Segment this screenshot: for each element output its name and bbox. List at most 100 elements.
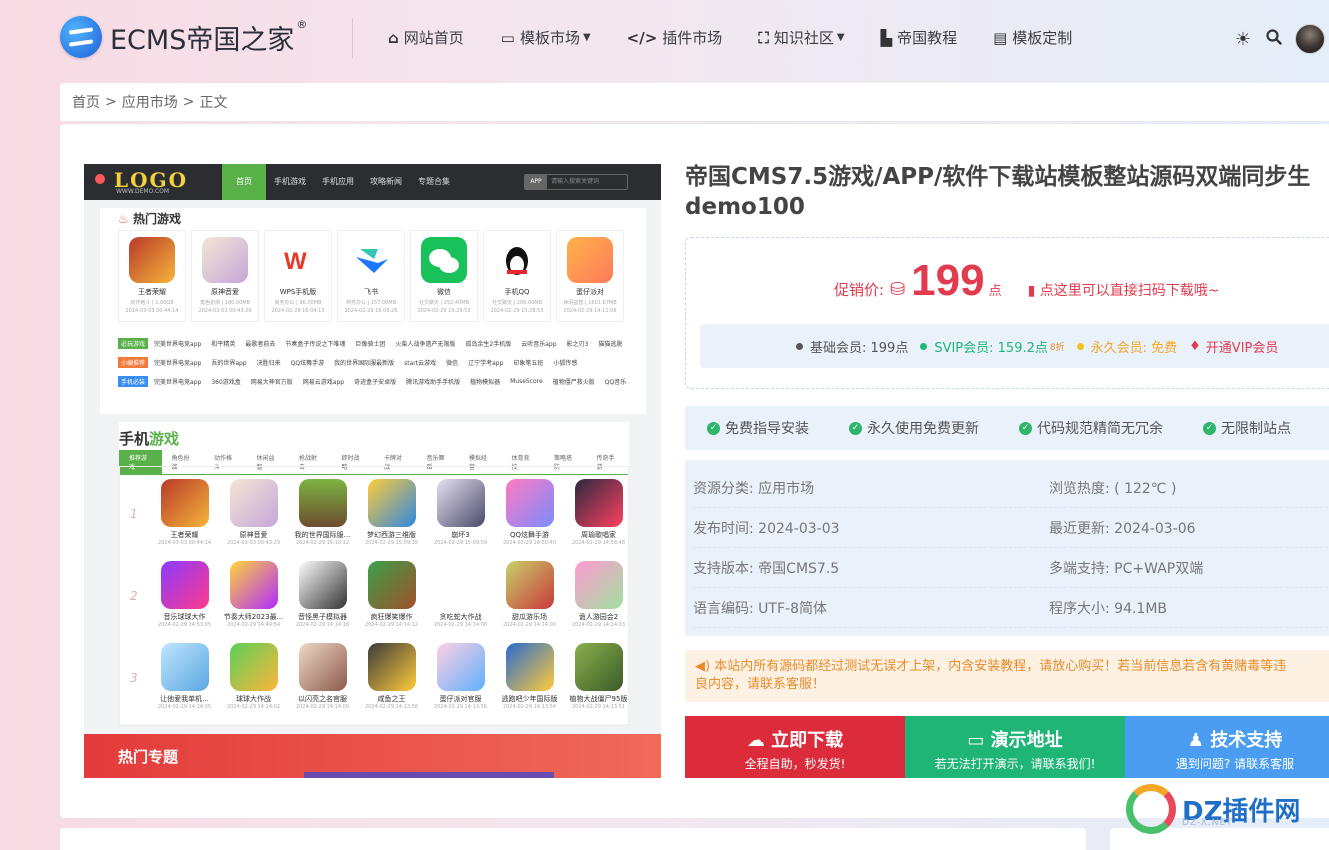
- vip-label: SVIP会员: 159.2点: [934, 340, 1048, 356]
- demo-button[interactable]: ▭ 演示地址 若无法打开演示，请联系我们!: [905, 716, 1125, 778]
- app-date: 2024-02-29 14:11:08: [563, 308, 617, 314]
- game-date: 2024-03-03 00:43:29: [226, 540, 281, 546]
- book-icon: ▙: [880, 28, 893, 47]
- support-button[interactable]: ♟ 技术支持 遇到问题? 请联系客服: [1125, 716, 1329, 778]
- app-meta: 休闲益智 | 1601.67MB: [563, 300, 617, 306]
- app-date: 2024-03-03 00:43:29: [198, 308, 252, 314]
- app-icon: [129, 237, 175, 283]
- app-meta: 角色扮演 | 180.00MB: [199, 300, 251, 306]
- link-item: 印象笔五班: [513, 360, 544, 367]
- game-card: 梦幻西游三维版 2024-02-29 15:09:35: [357, 479, 426, 546]
- game-card: 崩坏3 2024-02-29 15:09:59: [426, 479, 495, 546]
- nav-item-5[interactable]: ▙ 帝国教程: [881, 27, 958, 48]
- preview-game-grid: 1 王者荣耀 2024-03-03 00:44:14 原神音爱 2024-03-03 0…: [119, 466, 629, 726]
- check-circle-icon: ✓: [1019, 421, 1032, 435]
- button-title: ▭ 演示地址: [905, 726, 1125, 752]
- breadcrumb-home[interactable]: 首页: [72, 92, 100, 112]
- theme-toggle-sun-icon[interactable]: ☀: [1233, 29, 1253, 50]
- link-item: 植物模拟器: [470, 379, 501, 386]
- game-date: 2024-02-29 15:10:12: [295, 540, 350, 546]
- app-icon: [202, 237, 248, 283]
- template-preview-image[interactable]: LOGO WWW.DEMO.COM 首页 手机游戏 手机应用 攻略新闻 专题合集 APP…: [84, 164, 661, 778]
- link-item: 吾的世界app: [211, 360, 247, 367]
- watermark: DZ插件网 DZ-X.NET: [1126, 784, 1300, 834]
- game-card: 贪吃蛇大作战 2024-02-29 14:14:06: [426, 561, 495, 628]
- game-name: 让他爱我单机...: [160, 695, 209, 703]
- app-date: 2024-02-29 16:04:13: [271, 308, 325, 314]
- button-title: ♟ 技术支持: [1125, 726, 1329, 752]
- nav-item-3[interactable]: </> 插件市场: [627, 27, 723, 48]
- game-row: 让他爱我单机... 2024-02-29 14:14:05 球球大作战 2024-02…: [150, 643, 633, 710]
- notice-banner: ◀) 本站内所有源码都经过测试无误才上架，内含安装教程，请放心购买！若当前信息若…: [685, 650, 1329, 702]
- meta-field: 最近更新: 2024-03-06: [1049, 520, 1196, 537]
- header-divider: [352, 18, 353, 58]
- price-unit: 点: [988, 284, 1002, 299]
- check-circle-icon: ✓: [707, 421, 720, 435]
- game-name: 逃跑吧少年国际版: [501, 695, 558, 703]
- game-row: 音乐球球大作 2024-02-29 14:53:05 节奏大师2023最... 202…: [150, 561, 633, 628]
- app-name: WPS手机版: [279, 288, 317, 296]
- user-avatar[interactable]: [1295, 24, 1325, 54]
- link-item: 影之刃3: [566, 341, 589, 348]
- row-number: 1: [130, 507, 138, 521]
- meta-row: 发布时间: 2024-03-03 最近更新: 2024-03-06: [693, 508, 1329, 548]
- product-title: 帝国CMS7.5游戏/APP/软件下载站模板整站源码双端同步生 demo100: [685, 164, 1311, 220]
- vip-tier-3: 永久会员: 免费: [1076, 337, 1177, 356]
- app-name: 手机QQ: [504, 288, 530, 296]
- link-item: 完美世界电竞app: [154, 379, 202, 386]
- preview-dot-icon: [95, 174, 105, 184]
- button-subtitle: 全程自助，秒发货!: [744, 757, 846, 771]
- link-item: 植物僵尸救火版: [552, 379, 595, 386]
- link-item: 完美世界电竞app: [154, 341, 202, 348]
- meta-field: 支持版本: 帝国CMS7.5: [693, 560, 840, 577]
- game-name: QQ炫舞手游: [509, 531, 550, 539]
- game-date: 2024-02-29 14:14:06: [433, 622, 488, 628]
- meta-field: 浏览热度: ( 122℃ ): [1049, 480, 1177, 497]
- site-logo[interactable]: ECMS帝国之家®: [60, 16, 307, 58]
- hot-app-card: 王者荣耀 动作格斗 | 1.00GB 2024-03-03 00:44:14: [118, 230, 186, 322]
- link-tag: 小编推荐: [118, 357, 149, 368]
- game-card: 蛋仔派对官服 2024-02-29 14:13:56: [426, 643, 495, 710]
- feature-item: ✓ 代码规范精简无冗余: [1019, 418, 1163, 438]
- hot-app-card: 蛋仔派对 休闲益智 | 1601.67MB 2024-02-29 14:11:08: [556, 230, 624, 322]
- nav-item-label: 帝国教程: [897, 29, 958, 47]
- download-button[interactable]: ☁ 立即下载 全程自助，秒发货!: [685, 716, 905, 778]
- monitor-icon: ▭: [967, 730, 991, 751]
- nav-item-1[interactable]: ⌂ 网站首页: [388, 27, 464, 48]
- game-name: 植物大战僵尸95版: [569, 695, 628, 703]
- vip-tier-4[interactable]: ♦ 开通VIP会员: [1189, 337, 1278, 356]
- game-icon: [367, 479, 416, 527]
- game-card: 甜瓜游乐场 2024-02-29 14:14:00: [495, 561, 564, 628]
- breadcrumb-section[interactable]: 应用市场: [122, 92, 178, 112]
- hot-app-card: W WPS手机版 商务办公 | 96.00MB 2024-02-29 16:04:13: [264, 230, 332, 322]
- game-card: 让他爱我单机... 2024-02-29 14:14:05: [150, 643, 219, 710]
- game-card: 原神音爱 2024-03-03 00:43:29: [219, 479, 288, 546]
- game-icon: [160, 643, 209, 691]
- game-card: 音怪黑子模拟器 2024-02-29 14:14:18: [288, 561, 357, 628]
- link-item: 我的世界国际服最新版: [334, 360, 395, 367]
- nav-item-2[interactable]: ▭ 模板市场 ▼: [501, 27, 591, 48]
- fire-icon: ♨: [118, 212, 129, 226]
- app-meta: 商务办公 | 96.00MB: [274, 300, 322, 306]
- action-buttons: ☁ 立即下载 全程自助，秒发货! ▭ 演示地址 若无法打开演示，请联系我们! ♟ 技术支…: [685, 716, 1329, 778]
- nav-item-4[interactable]: ⛶ 知识社区 ▼: [758, 27, 844, 48]
- nav-item-6[interactable]: ▤ 模板定制: [993, 27, 1072, 48]
- link-item: 节奏盒子传说之下唯魂: [285, 341, 346, 348]
- game-name: 梦幻西游三维版: [367, 531, 416, 539]
- preview-nav-item: 手机应用: [322, 177, 354, 186]
- link-item: 孤岛余生2手机版: [465, 341, 512, 348]
- meta-row: 支持版本: 帝国CMS7.5 多端支持: PC+WAP双端: [693, 548, 1329, 588]
- game-card: 音乐球球大作 2024-02-29 14:53:05: [150, 561, 219, 628]
- preview-banner: 热门专题: [84, 734, 661, 778]
- search-icon[interactable]: [1264, 28, 1284, 50]
- button-title-text: 立即下载: [771, 730, 844, 751]
- game-card: 我的世界国际服... 2024-02-29 15:10:12: [288, 479, 357, 546]
- scan-download-link[interactable]: ▮ 点这里可以直接扫码下载哦~: [1028, 280, 1220, 300]
- hot-app-card: 飞书 商务办公 | 157.00MB 2024-02-29 16:08:26: [337, 230, 405, 322]
- frame-icon: ⛶: [758, 28, 769, 47]
- link-tag: 必玩游戏: [118, 338, 149, 349]
- meta-row: 语言编码: UTF-8简体 程序大小: 94.1MB: [693, 588, 1329, 628]
- app-date: 2024-02-29 16:08:26: [344, 308, 398, 314]
- game-row: 王者荣耀 2024-03-03 00:44:14 原神音爱 2024-03-03 00…: [150, 479, 633, 546]
- link-item: 猫猫逃脱: [598, 341, 623, 348]
